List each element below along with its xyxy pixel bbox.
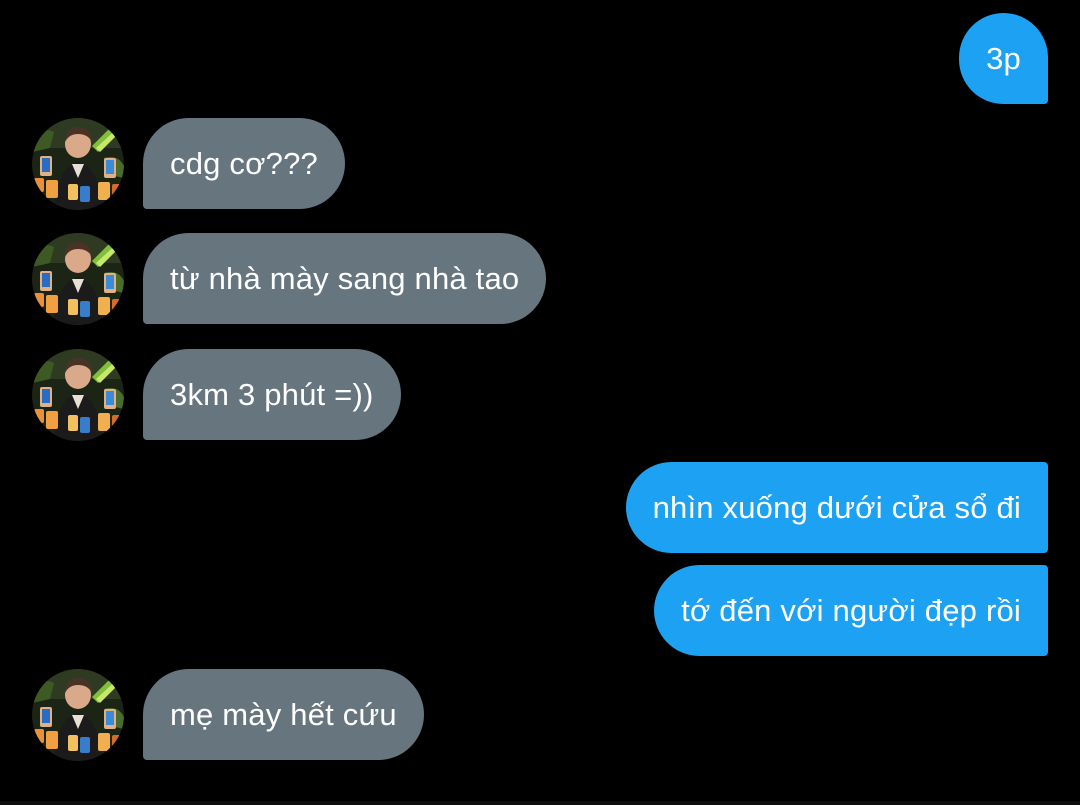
message-row: cdg cơ??? <box>0 118 1080 210</box>
message-text: cdg cơ??? <box>170 146 318 181</box>
message-text: từ nhà mày sang nhà tao <box>170 261 520 296</box>
message-row: tớ đến với người đẹp rồi <box>0 565 1080 656</box>
incoming-message-bubble[interactable]: mẹ mày hết cứu <box>143 669 424 760</box>
avatar-photo-icon <box>32 118 124 210</box>
message-row: 3p <box>0 13 1080 104</box>
incoming-message-bubble[interactable]: 3km 3 phút =)) <box>143 349 401 440</box>
avatar-photo-icon <box>32 669 124 761</box>
message-text: 3p <box>986 41 1021 76</box>
sender-avatar[interactable] <box>32 118 124 210</box>
avatar-photo-icon <box>32 349 124 441</box>
message-row: từ nhà mày sang nhà tao <box>0 233 1080 325</box>
message-row: 3km 3 phút =)) <box>0 349 1080 441</box>
outgoing-message-bubble[interactable]: 3p <box>959 13 1048 104</box>
message-text: 3km 3 phút =)) <box>170 377 374 412</box>
chat-thread[interactable]: 3p cdg cơ??? từ nhà mày sang nhà tao 3km… <box>0 0 1080 805</box>
sender-avatar[interactable] <box>32 349 124 441</box>
incoming-message-bubble[interactable]: từ nhà mày sang nhà tao <box>143 233 547 324</box>
sender-avatar[interactable] <box>32 233 124 325</box>
outgoing-message-bubble[interactable]: nhìn xuống dưới cửa sổ đi <box>625 462 1048 553</box>
message-text: nhìn xuống dưới cửa sổ đi <box>652 490 1021 525</box>
outgoing-message-bubble[interactable]: tớ đến với người đẹp rồi <box>654 565 1048 656</box>
message-row: mẹ mày hết cứu <box>0 669 1080 761</box>
message-text: tớ đến với người đẹp rồi <box>681 593 1021 628</box>
avatar-photo-icon <box>32 233 124 325</box>
incoming-message-bubble[interactable]: cdg cơ??? <box>143 118 345 209</box>
message-row: nhìn xuống dưới cửa sổ đi <box>0 462 1080 553</box>
sender-avatar[interactable] <box>32 669 124 761</box>
bottom-divider <box>0 801 1080 805</box>
message-text: mẹ mày hết cứu <box>170 697 397 732</box>
